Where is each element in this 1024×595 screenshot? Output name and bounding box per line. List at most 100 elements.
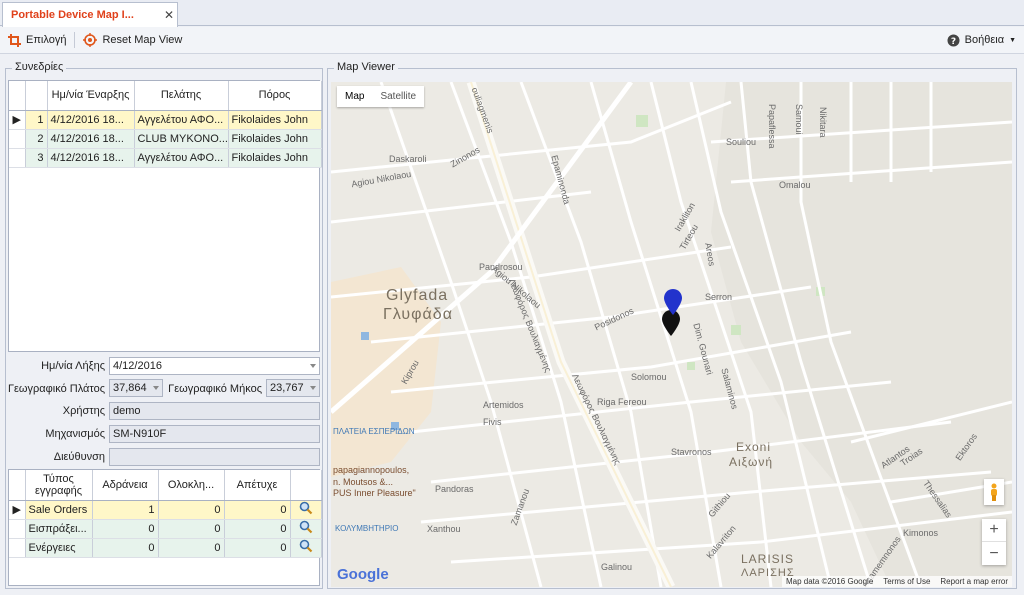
cell-completed: 0 (158, 538, 225, 558)
end-date-value: 4/12/2016 (113, 360, 162, 372)
map-label-serron: Serron (705, 292, 733, 302)
column-header-completed[interactable]: Ολοκλη... (158, 470, 225, 501)
cell-start-date: 4/12/2016 18... (47, 129, 135, 149)
help-button[interactable]: ? Βοήθεια ▼ (939, 29, 1024, 51)
map-label-papaflessa: Papaflessa (767, 104, 777, 149)
close-icon[interactable]: ✕ (161, 8, 177, 22)
map-label-omalou: Omalou (779, 180, 811, 190)
cell-record-type: Sale Orders (25, 500, 93, 520)
device-label: Μηχανισμός (45, 428, 105, 440)
row-number-header (25, 81, 48, 111)
map-label-solomou: Solomou (631, 372, 667, 382)
cell-record-type: Εισπράξει... (25, 519, 93, 539)
map-type-satellite-button[interactable]: Satellite (372, 86, 424, 107)
cell-completed: 0 (158, 519, 225, 539)
sessions-grid[interactable]: Ημ/νία Έναρξης Πελάτης Πόρος ▶ 1 4/12/20… (8, 80, 322, 352)
table-row[interactable]: Ενέργειες 0 0 0 (9, 538, 322, 558)
reset-map-view-button[interactable]: Reset Map View (75, 29, 190, 51)
device-field[interactable]: SM-N910F (109, 425, 320, 443)
terms-of-use-link[interactable]: Terms of Use (883, 577, 930, 586)
map-type-map-button[interactable]: Map (337, 86, 372, 107)
row-indicator-icon: ▶ (9, 500, 26, 520)
address-field[interactable] (109, 448, 320, 466)
cell-idle: 0 (92, 519, 159, 539)
row-indicator-header (9, 470, 26, 501)
column-header-failed[interactable]: Απέτυχε (224, 470, 291, 501)
longitude-field[interactable]: 23,767 (266, 379, 320, 397)
magnifier-icon[interactable] (290, 538, 322, 558)
street-view-pegman-icon[interactable] (984, 479, 1004, 505)
map-data-credit: Map data ©2016 Google (785, 577, 874, 586)
row-indicator-icon: ▶ (9, 110, 26, 130)
select-button-label: Επιλογή (26, 34, 67, 46)
map-label-riga-fereou: Riga Fereou (597, 397, 647, 407)
cell-customer: Αγγελέτου ΑΦΟ... (134, 110, 229, 130)
map-canvas[interactable]: Glyfada Γλυφάδα Exoni Αιξωνή LARISIS ΛΑΡ… (331, 82, 1012, 587)
table-row[interactable]: ▶ Sale Orders 1 0 0 (9, 500, 322, 520)
cell-customer: Αγγελέτου ΑΦΟ... (134, 148, 229, 168)
map-label-kolimvitirio: ΚΟΛΥΜΒΗΤΗΡΙΟ (335, 524, 399, 533)
latitude-field[interactable]: 37,864 (109, 379, 163, 397)
longitude-label: Γεωγραφικό Μήκος (168, 383, 262, 395)
document-tab-strip: Portable Device Map I... ✕ (0, 0, 1024, 27)
column-header-record-type[interactable]: Τύπος εγγραφής (25, 470, 93, 501)
address-label: Διεύθυνση (53, 451, 105, 463)
cell-completed: 0 (158, 500, 225, 520)
column-header-idle[interactable]: Αδράνεια (92, 470, 159, 501)
tab-portable-device-map[interactable]: Portable Device Map I... ✕ (2, 2, 178, 27)
map-label-exoni: Exoni (736, 440, 772, 454)
map-type-toggle: Map Satellite (337, 86, 425, 107)
svg-text:?: ? (951, 37, 956, 47)
column-header-start-date[interactable]: Ημ/νία Έναρξης (47, 81, 135, 111)
map-streets (331, 82, 1012, 587)
map-label-platia: ΠΛΑΤΕΙΑ ΕΣΠΕΡΙΔΩΝ (333, 427, 415, 436)
cell-resource: Fikolaides John (228, 148, 322, 168)
map-label-larisis: LARISIS (741, 552, 795, 566)
table-row[interactable]: Εισπράξει... 0 0 0 (9, 519, 322, 539)
chevron-down-icon (310, 364, 316, 368)
end-date-dropdown[interactable]: 4/12/2016 (109, 357, 320, 375)
map-label-papagiannopoulos: papagiannopoulos, (333, 465, 410, 475)
table-row[interactable]: ▶ 1 4/12/2016 18... Αγγελέτου ΑΦΟ... Fik… (9, 110, 322, 130)
user-field[interactable]: demo (109, 402, 320, 420)
help-label: Βοήθεια (964, 34, 1005, 46)
row-number: 1 (25, 110, 48, 130)
table-row[interactable]: 2 4/12/2016 18... CLUB MYKONO... Fikolai… (9, 129, 322, 149)
map-label-souliou: Souliou (726, 137, 757, 147)
column-header-customer[interactable]: Πελάτης (134, 81, 229, 111)
map-label-xanthou: Xanthou (427, 524, 461, 534)
row-number: 2 (25, 129, 48, 149)
cell-record-type: Ενέργειες (25, 538, 93, 558)
map-label-glyfada: Glyfada (386, 287, 449, 304)
cell-resource: Fikolaides John (228, 129, 322, 149)
chevron-down-icon (153, 386, 159, 390)
report-map-error-link[interactable]: Report a map error (940, 577, 1008, 586)
select-button[interactable]: Επιλογή (0, 29, 74, 51)
cell-resource: Fikolaides John (228, 110, 322, 130)
cell-start-date: 4/12/2016 18... (47, 148, 135, 168)
chevron-down-icon: ▼ (1009, 36, 1016, 44)
table-row[interactable]: 3 4/12/2016 18... Αγγελέτου ΑΦΟ... Fikol… (9, 148, 322, 168)
records-grid[interactable]: Τύπος εγγραφής Αδράνεια Ολοκλη... Απέτυχ… (8, 469, 322, 586)
crop-select-icon (8, 33, 21, 47)
cell-customer: CLUB MYKONO... (134, 129, 229, 149)
tab-title: Portable Device Map I... (11, 9, 134, 21)
cell-idle: 1 (92, 500, 159, 520)
zoom-out-button[interactable]: − (982, 542, 1006, 565)
magnifier-icon[interactable] (290, 519, 322, 539)
magnifier-icon[interactable] (290, 500, 322, 520)
help-icon: ? (947, 34, 960, 47)
end-date-label: Ημ/νία Λήξης (41, 360, 105, 372)
chevron-down-icon (310, 386, 316, 390)
device-value: SM-N910F (113, 428, 167, 440)
map-label-glyfada-gr: Γλυφάδα (383, 306, 453, 323)
toolbar: Επιλογή Reset Map View ? Βοήθεια ▼ (0, 27, 1024, 54)
map-viewer-title: Map Viewer (334, 61, 398, 73)
map-label-samoui: Samoui (794, 104, 804, 135)
column-header-resource[interactable]: Πόρος (228, 81, 322, 111)
map-label-kimonos: Kimonos (903, 528, 939, 538)
reset-map-view-label: Reset Map View (102, 34, 183, 46)
latitude-label: Γεωγραφικό Πλάτος (7, 383, 105, 395)
cell-failed: 0 (224, 538, 291, 558)
zoom-in-button[interactable]: + (982, 519, 1006, 542)
